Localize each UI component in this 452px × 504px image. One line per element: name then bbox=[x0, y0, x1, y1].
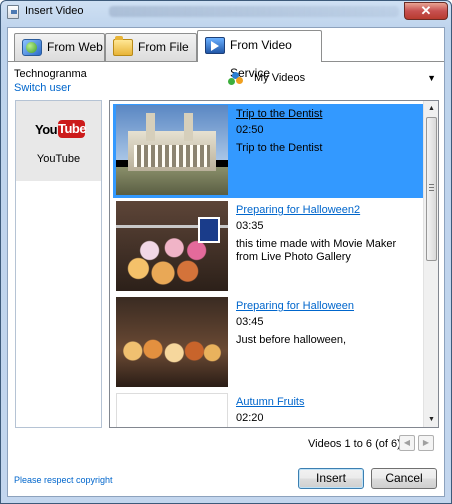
globe-icon bbox=[22, 39, 42, 56]
my-videos-icon bbox=[228, 72, 244, 86]
video-title-link[interactable]: Autumn Fruits bbox=[236, 396, 304, 408]
provider-list: You Tube YouTube bbox=[15, 100, 102, 428]
tab-from-web[interactable]: From Web bbox=[14, 33, 105, 61]
video-duration: 03:35 bbox=[236, 220, 264, 232]
dialog-body: From Web From File From Video Service Te… bbox=[7, 27, 445, 497]
scroll-down-icon[interactable]: ▼ bbox=[424, 412, 438, 427]
switch-user-link[interactable]: Switch user bbox=[14, 82, 71, 94]
video-duration: 03:45 bbox=[236, 316, 264, 328]
video-description: this time made with Movie Maker from Liv… bbox=[236, 238, 397, 263]
video-description: Just before halloween, bbox=[236, 334, 347, 346]
tab-label: From File bbox=[138, 40, 189, 54]
chevron-down-icon: ▼ bbox=[427, 73, 436, 83]
copyright-link[interactable]: Please respect copyright bbox=[14, 475, 113, 485]
video-service-icon bbox=[205, 37, 225, 54]
cancel-button[interactable]: Cancel bbox=[371, 468, 437, 489]
title-bar[interactable]: Insert Video ✕ bbox=[1, 1, 451, 23]
video-thumbnail bbox=[116, 105, 228, 195]
tab-from-video-service[interactable]: From Video Service bbox=[197, 30, 322, 80]
provider-name: YouTube bbox=[36, 153, 81, 165]
my-videos-dropdown[interactable]: My Videos ▼ bbox=[224, 68, 438, 90]
video-duration: 02:20 bbox=[236, 412, 264, 424]
close-button[interactable]: ✕ bbox=[404, 2, 448, 20]
video-list[interactable]: Trip to the Dentist 02:50 Trip to the De… bbox=[109, 100, 439, 428]
video-title-link[interactable]: Trip to the Dentist bbox=[236, 108, 322, 120]
insert-video-dialog: Insert Video ✕ From Web From File From V… bbox=[0, 0, 452, 504]
video-item[interactable]: Preparing for Halloween 03:45 Just befor… bbox=[113, 296, 423, 390]
pager-status: Videos 1 to 6 (of 6) bbox=[308, 438, 401, 450]
previous-page-icon[interactable]: ◀ bbox=[399, 435, 415, 451]
video-title-link[interactable]: Preparing for Halloween2 bbox=[236, 204, 360, 216]
video-item[interactable]: Trip to the Dentist 02:50 Trip to the De… bbox=[113, 104, 423, 198]
provider-item-youtube[interactable]: You Tube YouTube bbox=[16, 101, 101, 181]
vertical-scrollbar[interactable]: ▲ ▼ bbox=[423, 101, 438, 427]
scrollbar-thumb[interactable] bbox=[426, 117, 437, 261]
video-duration: 02:50 bbox=[236, 124, 264, 136]
video-thumbnail bbox=[116, 393, 228, 427]
video-item[interactable]: Autumn Fruits 02:20 bbox=[113, 392, 423, 427]
tab-label: From Web bbox=[47, 40, 103, 54]
video-thumbnail bbox=[116, 297, 228, 387]
video-description: Trip to the Dentist bbox=[236, 142, 323, 154]
scroll-up-icon[interactable]: ▲ bbox=[424, 101, 438, 116]
video-title-link[interactable]: Preparing for Halloween bbox=[236, 300, 354, 312]
next-page-icon[interactable]: ▶ bbox=[418, 435, 434, 451]
tab-strip: From Web From File From Video Service bbox=[8, 28, 444, 80]
video-window-icon bbox=[7, 5, 19, 19]
youtube-logo: You Tube bbox=[35, 120, 87, 138]
insert-button[interactable]: Insert bbox=[298, 468, 364, 489]
tab-from-file[interactable]: From File bbox=[105, 33, 197, 61]
folder-icon bbox=[113, 36, 133, 56]
dropdown-value: My Videos bbox=[254, 72, 306, 84]
blurred-title-overlay bbox=[109, 6, 399, 17]
video-thumbnail bbox=[116, 201, 228, 291]
video-item[interactable]: Preparing for Halloween2 03:35 this time… bbox=[113, 200, 423, 294]
account-name: Technogranma bbox=[14, 68, 87, 80]
window-title: Insert Video bbox=[25, 5, 84, 17]
